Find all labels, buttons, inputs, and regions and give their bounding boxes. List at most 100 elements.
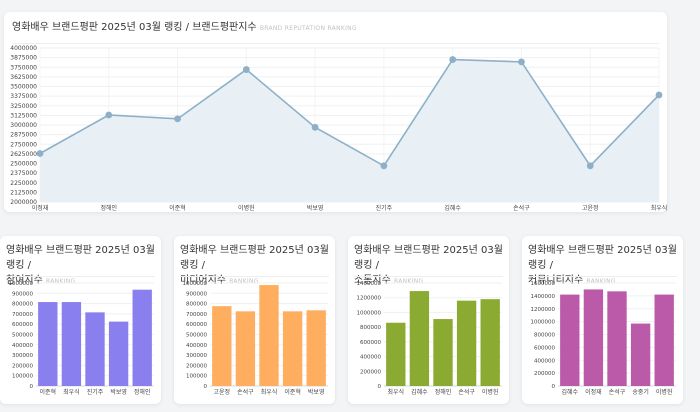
y-tick-label: 700000 <box>186 312 207 318</box>
x-tick-label: 손석구 <box>609 388 626 396</box>
y-tick-label: 800000 <box>360 325 381 331</box>
x-tick-label: 이병헌 <box>656 388 673 396</box>
bar <box>38 302 58 386</box>
x-tick-label: 고윤정 <box>214 389 231 396</box>
y-tick-label: 1600000 <box>531 281 556 287</box>
bar <box>282 311 303 386</box>
y-tick-label: 2625000 <box>10 151 37 158</box>
y-tick-label: 700000 <box>12 312 33 318</box>
y-tick-label: 200000 <box>12 363 33 369</box>
x-tick-label: 송중기 <box>632 388 649 396</box>
x-tick-label: 정해인 <box>435 388 452 396</box>
community-chart-card: 영화배우 브랜드평판 2025년 03월 랭킹 / 커뮤니티지수 RANKING… <box>522 236 683 404</box>
bar <box>560 294 580 386</box>
bar <box>433 319 453 386</box>
y-tick-label: 0 <box>552 384 556 390</box>
y-tick-label: 1200000 <box>531 307 556 313</box>
data-point <box>242 66 250 73</box>
y-tick-label: 2500000 <box>10 161 37 168</box>
y-tick-label: 1000000 <box>531 320 556 326</box>
main-chart-card: 영화배우 브랜드평판 2025년 03월 랭킹 / 브랜드평판지수 BRAND … <box>4 12 667 212</box>
y-tick-label: 3875000 <box>10 55 37 62</box>
x-tick-label: 최우식 <box>63 388 80 396</box>
y-tick-label: 600000 <box>186 322 207 328</box>
data-point <box>174 115 181 123</box>
y-tick-label: 600000 <box>12 322 33 328</box>
y-tick-label: 100000 <box>12 374 33 380</box>
y-tick-label: 3250000 <box>10 103 37 110</box>
y-tick-label: 1200000 <box>357 296 382 302</box>
bar <box>654 294 674 386</box>
x-tick-label: 김혜수 <box>411 388 428 396</box>
y-tick-label: 2250000 <box>10 180 37 187</box>
bar <box>61 302 82 386</box>
x-tick-label: 김혜수 <box>562 388 579 396</box>
x-tick-label: 최우식 <box>388 388 405 396</box>
y-tick-label: 0 <box>30 384 34 390</box>
x-tick-label: 손석구 <box>237 388 254 396</box>
x-tick-label: 진기주 <box>376 204 393 212</box>
y-tick-label: 2125000 <box>10 189 37 196</box>
participation-chart-card: 영화배우 브랜드평판 2025년 03월 랭킹 / 참여지수 RANKING 0… <box>0 236 161 404</box>
data-point <box>586 162 594 170</box>
x-tick-label: 이준혁 <box>284 388 301 396</box>
x-tick-label: 이정재 <box>585 388 602 396</box>
data-point <box>311 123 319 131</box>
x-tick-label: 최우식 <box>261 388 278 396</box>
data-point <box>380 162 388 170</box>
y-tick-label: 400000 <box>360 355 381 361</box>
y-tick-label: 100000 <box>186 374 207 380</box>
y-tick-label: 1400000 <box>357 281 382 287</box>
bar <box>235 311 256 386</box>
y-tick-label: 0 <box>378 384 382 390</box>
bar <box>480 299 500 386</box>
x-tick-label: 이준혁 <box>169 204 186 212</box>
y-tick-label: 400000 <box>186 343 207 349</box>
bar <box>108 321 129 386</box>
x-tick-label: 이병헌 <box>482 388 499 396</box>
y-tick-label: 200000 <box>360 369 381 375</box>
y-tick-label: 1000000 <box>9 281 34 287</box>
y-tick-label: 600000 <box>360 340 381 346</box>
bar <box>456 300 477 386</box>
x-tick-label: 최우식 <box>651 204 668 212</box>
y-tick-label: 3125000 <box>10 112 37 119</box>
y-tick-label: 200000 <box>186 363 207 369</box>
y-tick-label: 400000 <box>12 343 33 349</box>
data-point <box>36 150 44 157</box>
x-tick-label: 정해인 <box>134 388 151 396</box>
x-tick-label: 이정재 <box>32 204 49 212</box>
x-tick-label: 박보영 <box>110 388 127 396</box>
y-tick-label: 1000000 <box>357 310 382 316</box>
y-tick-label: 900000 <box>186 291 207 297</box>
bar <box>583 289 604 386</box>
communication-chart-card: 영화배우 브랜드평판 2025년 03월 랭킹 / 소통지수 RANKING 0… <box>348 236 509 404</box>
bar <box>386 322 406 386</box>
x-tick-label: 진기주 <box>87 388 104 396</box>
participation-chart-plot: 0 100000 200000 300000 400000 500000 600000 700… <box>9 281 154 396</box>
y-tick-label: 3500000 <box>10 84 37 91</box>
bar <box>607 291 627 386</box>
y-tick-label: 900000 <box>12 291 33 297</box>
y-tick-label: 300000 <box>186 353 207 359</box>
media-chart-plot: 0 100000 200000 300000 400000 500000 600000 700… <box>183 281 328 396</box>
main-chart-plot: 2000000212500022500002375000250000026250… <box>10 45 668 212</box>
y-tick-label: 200000 <box>534 371 555 377</box>
y-tick-label: 500000 <box>12 333 33 339</box>
y-tick-label: 1400000 <box>531 294 556 300</box>
y-tick-label: 800000 <box>534 333 555 339</box>
y-tick-label: 300000 <box>12 353 33 359</box>
y-tick-label: 0 <box>204 384 208 390</box>
y-tick-label: 3000000 <box>10 122 37 129</box>
bar <box>212 306 232 386</box>
x-tick-label: 박보영 <box>308 388 325 396</box>
y-tick-label: 1000000 <box>183 281 208 287</box>
community-chart-plot: 0 200000 400000 600000 800000 1000000 1200000 1… <box>531 281 676 396</box>
y-tick-label: 800000 <box>12 302 33 308</box>
communication-chart-plot: 0 200000 400000 600000 800000 1000000 1200000 1… <box>357 281 502 396</box>
x-tick-label: 손석구 <box>458 388 475 396</box>
media-chart-card: 영화배우 브랜드평판 2025년 03월 랭킹 / 미디어지수 RANKING … <box>174 236 335 404</box>
bar <box>259 285 279 386</box>
y-tick-label: 2750000 <box>10 141 37 148</box>
x-tick-label: 김혜수 <box>444 204 461 212</box>
